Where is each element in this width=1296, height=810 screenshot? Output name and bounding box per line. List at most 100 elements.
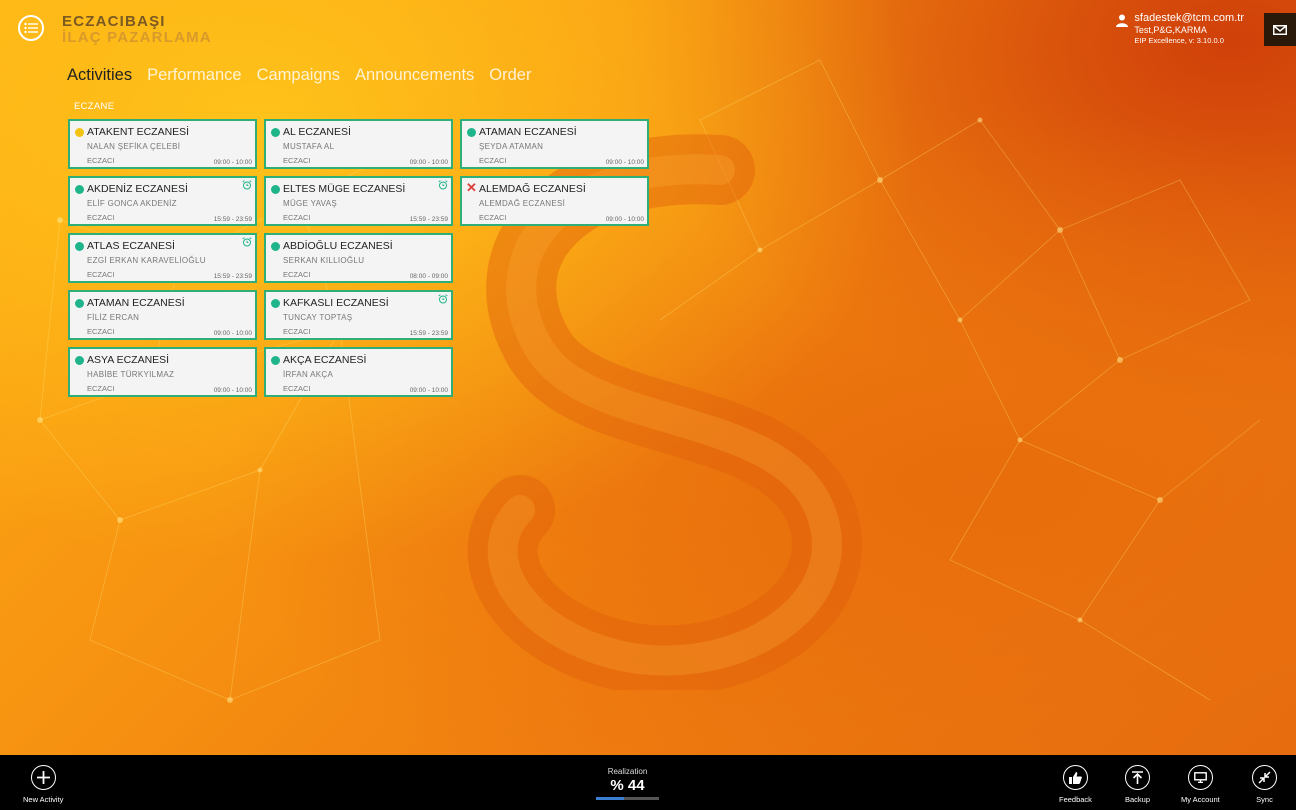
contact-role: ECZACI — [87, 327, 115, 336]
visit-time: 15:59 - 23:59 — [409, 216, 448, 223]
cancelled-icon: ✕ — [466, 180, 477, 195]
backup-label: Backup — [1125, 795, 1151, 804]
tab-activities[interactable]: Activities — [67, 66, 132, 85]
contact-name: MÜGE YAVAŞ — [283, 199, 337, 208]
new-activity-button[interactable]: New Activity — [23, 765, 63, 804]
feedback-button[interactable]: Feedback — [1059, 765, 1092, 804]
visit-time: 09:00 - 10:00 — [605, 159, 644, 166]
activity-card[interactable]: ATAKENT ECZANESİ NALAN ŞEFİKA ÇELEBİ ECZAC… — [68, 119, 257, 169]
status-dot — [467, 128, 476, 137]
messages-button[interactable] — [1264, 13, 1296, 46]
contact-name: ALEMDAĞ ECZANESİ — [479, 199, 566, 208]
alarm-clock-icon — [242, 180, 252, 190]
pharmacy-name: ABDİOĞLU ECZANESİ — [283, 240, 393, 252]
contact-name: ŞEYDA ATAMAN — [479, 142, 544, 151]
realization-label: Realization — [607, 767, 648, 776]
activity-card[interactable]: ABDİOĞLU ECZANESİ SERKAN KILLIOĞLU ECZACI 0… — [264, 233, 453, 283]
contact-name: SERKAN KILLIOĞLU — [283, 256, 365, 265]
pharmacy-name: AKDENİZ ECZANESİ — [87, 183, 188, 195]
contact-name: İRFAN AKÇA — [283, 370, 334, 379]
section-label: ECZANE — [74, 101, 115, 112]
activity-card[interactable]: ELTES MÜGE ECZANESİ MÜGE YAVAŞ ECZACI 15:59… — [264, 176, 453, 226]
tab-announcements[interactable]: Announcements — [355, 66, 474, 85]
status-dot — [75, 242, 84, 251]
status-dot — [75, 128, 84, 137]
logo-line2: İLAÇ PAZARLAMA — [62, 29, 212, 46]
status-dot — [271, 185, 280, 194]
pharmacy-name: ATAMAN ECZANESİ — [479, 126, 577, 138]
menu-button[interactable] — [18, 15, 44, 41]
activity-card[interactable]: AKDENİZ ECZANESİ ELİF GONCA AKDENİZ ECZACI… — [68, 176, 257, 226]
contact-name: MUSTAFA AL — [283, 142, 335, 151]
status-dot — [75, 185, 84, 194]
contact-role: ECZACI — [283, 156, 311, 165]
activity-card[interactable]: AKÇA ECZANESİ İRFAN AKÇA ECZACI 09:00 - 10:… — [264, 347, 453, 397]
pharmacy-name: ALEMDAĞ ECZANESİ — [479, 183, 586, 195]
contact-role: ECZACI — [283, 384, 311, 393]
visit-time: 08:00 - 09:00 — [409, 273, 448, 280]
contact-name: TUNCAY TOPTAŞ — [283, 313, 353, 322]
user-icon — [1116, 14, 1129, 27]
pharmacy-name: ELTES MÜGE ECZANESİ — [283, 183, 406, 195]
thumbs-up-icon — [1062, 765, 1088, 790]
pharmacy-name: AL ECZANESİ — [283, 126, 351, 138]
visit-time: 09:00 - 10:00 — [213, 330, 252, 337]
visit-time: 15:59 - 23:59 — [213, 273, 252, 280]
plus-icon — [30, 765, 56, 790]
visit-time: 09:00 - 10:00 — [409, 387, 448, 394]
contact-role: ECZACI — [87, 213, 115, 222]
sync-icon — [1252, 765, 1277, 790]
contact-role: ECZACI — [283, 213, 311, 222]
status-dot — [271, 356, 280, 365]
activity-card[interactable]: ATAMAN ECZANESİ ŞEYDA ATAMAN ECZACI 09:00 -… — [460, 119, 649, 169]
user-info[interactable]: sfadestek@tcm.com.tr Test,P&G,KARMA EIP … — [1116, 12, 1244, 46]
visit-time: 15:59 - 23:59 — [213, 216, 252, 223]
realization-progress-track — [596, 797, 659, 800]
realization-indicator: Realization % 44 — [596, 767, 659, 800]
list-menu-icon — [24, 22, 38, 34]
my-account-button[interactable]: My Account — [1181, 765, 1220, 804]
activity-card[interactable]: ATLAS ECZANESİ EZGİ ERKAN KARAVELİOĞLU ECZ… — [68, 233, 257, 283]
my-account-label: My Account — [1181, 795, 1220, 804]
contact-name: NALAN ŞEFİKA ÇELEBİ — [87, 142, 181, 151]
status-dot — [271, 242, 280, 251]
mail-icon — [1273, 24, 1287, 35]
pharmacy-name: ASYA ECZANESİ — [87, 354, 170, 366]
contact-role: ECZACI — [283, 327, 311, 336]
contact-role: ECZACI — [479, 213, 507, 222]
pharmacy-name: ATAMAN ECZANESİ — [87, 297, 185, 309]
brand-logo: ECZACIBAŞI İLAÇ PAZARLAMA — [62, 14, 212, 46]
activity-card[interactable]: ATAMAN ECZANESİ FİLİZ ERCAN ECZACI 09:00 - … — [68, 290, 257, 340]
activity-card[interactable]: ✕ ALEMDAĞ ECZANESİ ALEMDAĞ ECZANESİ ECZACI 0… — [460, 176, 649, 226]
new-activity-label: New Activity — [23, 795, 64, 804]
pharmacy-name: KAFKASLI ECZANESİ — [283, 297, 389, 309]
activity-card[interactable]: AL ECZANESİ MUSTAFA AL ECZACI 09:00 - 10:00 — [264, 119, 453, 169]
tab-order[interactable]: Order — [489, 66, 531, 85]
backup-button[interactable]: Backup — [1125, 765, 1150, 804]
feedback-label: Feedback — [1059, 795, 1092, 804]
sync-label: Sync — [1256, 795, 1273, 804]
visit-time: 15:59 - 23:59 — [409, 330, 448, 337]
contact-role: ECZACI — [479, 156, 507, 165]
contact-name: ELİF GONCA AKDENİZ — [87, 199, 177, 208]
sync-button[interactable]: Sync — [1252, 765, 1277, 804]
contact-role: ECZACI — [87, 156, 115, 165]
app-version: EIP Excellence, v: 3.10.0.0 — [1134, 36, 1224, 45]
status-dot — [271, 128, 280, 137]
activity-card[interactable]: KAFKASLI ECZANESİ TUNCAY TOPTAŞ ECZACI 15:5… — [264, 290, 453, 340]
tab-campaigns[interactable]: Campaigns — [257, 66, 340, 85]
tab-performance[interactable]: Performance — [147, 66, 241, 85]
contact-role: ECZACI — [87, 270, 115, 279]
visit-time: 09:00 - 10:00 — [213, 159, 252, 166]
logo-line1: ECZACIBAŞI — [62, 13, 166, 30]
main-tabs: Activities Performance Campaigns Announc… — [67, 66, 546, 85]
upload-icon — [1125, 765, 1151, 790]
contact-role: ECZACI — [283, 270, 311, 279]
contact-name: EZGİ ERKAN KARAVELİOĞLU — [87, 256, 206, 265]
user-email: sfadestek@tcm.com.tr — [1134, 12, 1244, 24]
visit-time: 09:00 - 10:00 — [409, 159, 448, 166]
pharmacy-name: ATLAS ECZANESİ — [87, 240, 175, 252]
app-bar: New Activity Realization % 44 Feedback B… — [0, 755, 1296, 810]
activity-card[interactable]: ASYA ECZANESİ HABİBE TÜRKYILMAZ ECZACI 09:0… — [68, 347, 257, 397]
user-role: Test,P&G,KARMA — [1134, 25, 1207, 35]
